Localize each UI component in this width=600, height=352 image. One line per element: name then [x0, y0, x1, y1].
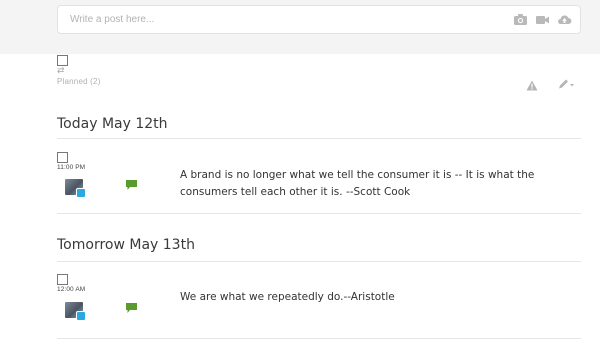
- post-text: We are what we repeatedly do.--Aristotle: [180, 291, 395, 303]
- avatar: [65, 179, 86, 198]
- post-time: 11:00 PM: [57, 164, 86, 171]
- post-text: A brand is no longer what we tell the co…: [180, 169, 535, 198]
- divider: [57, 338, 581, 339]
- day-heading-tomorrow: Tomorrow May 13th: [57, 237, 195, 253]
- post-checkbox[interactable]: [57, 274, 68, 285]
- divider: [57, 138, 581, 139]
- post-time: 12:00 AM: [57, 286, 86, 293]
- post-checkbox[interactable]: [57, 152, 68, 163]
- reshare-icon[interactable]: ⇄: [57, 66, 65, 75]
- composer-area: [0, 0, 600, 54]
- twitter-icon: [76, 188, 86, 198]
- pen-dropdown-icon[interactable]: [557, 77, 575, 89]
- divider: [57, 213, 581, 214]
- video-icon[interactable]: [535, 13, 550, 26]
- comment-icon[interactable]: [125, 301, 138, 313]
- divider: [57, 261, 581, 262]
- day-heading-today: Today May 12th: [57, 116, 168, 132]
- twitter-icon: [76, 311, 86, 321]
- warning-icon[interactable]: [526, 78, 538, 91]
- post-composer[interactable]: [57, 5, 581, 34]
- avatar: [65, 302, 86, 321]
- camera-icon[interactable]: [513, 13, 528, 26]
- comment-icon[interactable]: [125, 178, 138, 190]
- composer-attachments: [513, 13, 572, 26]
- post-input[interactable]: [58, 6, 488, 33]
- cloud-upload-icon[interactable]: [557, 13, 572, 26]
- planned-count: Planned (2): [57, 77, 101, 86]
